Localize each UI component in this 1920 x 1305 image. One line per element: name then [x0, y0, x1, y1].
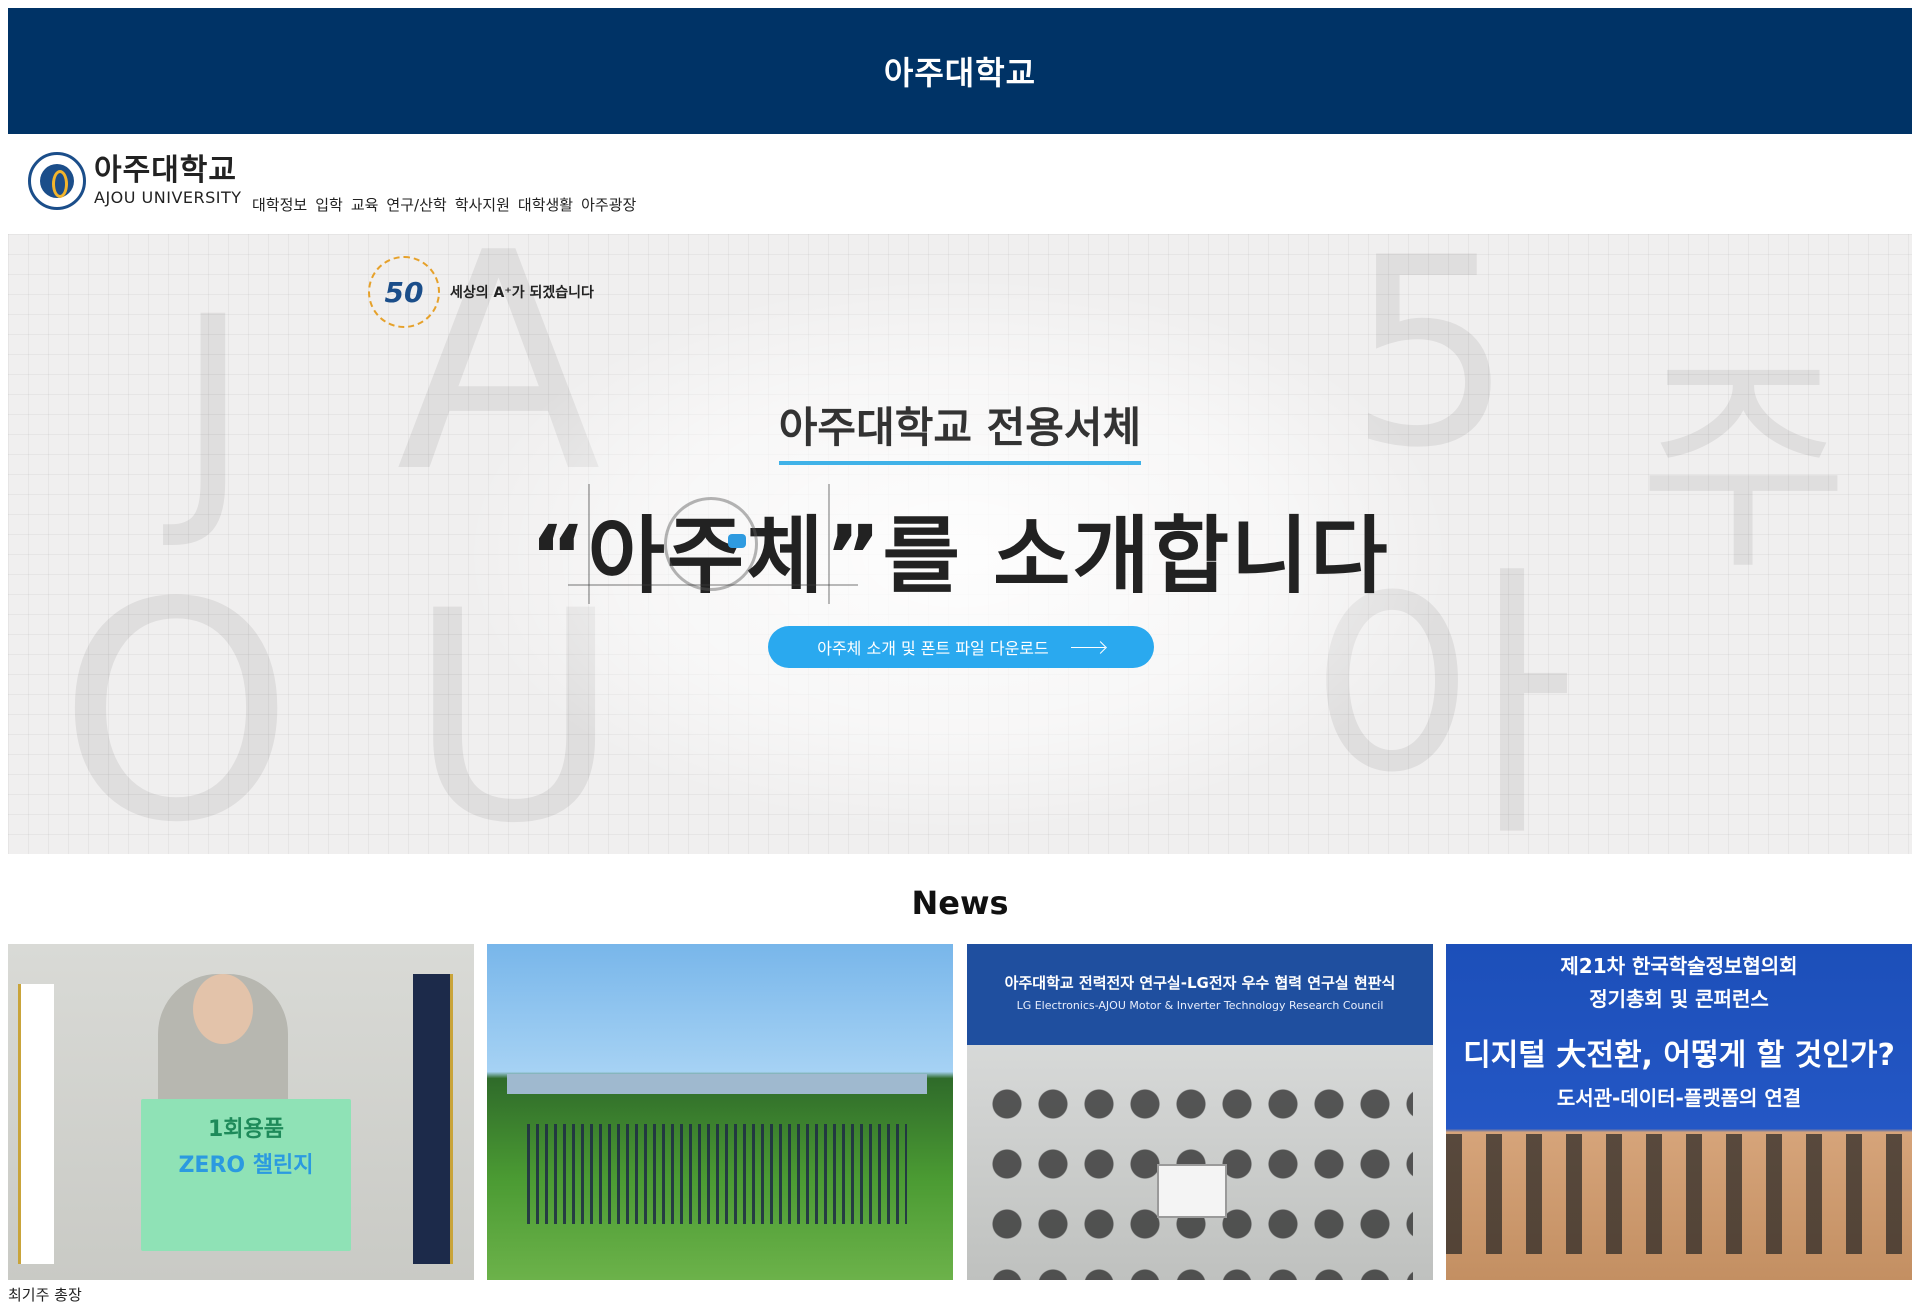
news-card[interactable] — [487, 944, 953, 1280]
flag-image — [18, 984, 54, 1264]
university-logo[interactable]: 아주대학교 AJOU UNIVERSITY — [28, 152, 242, 210]
nav-item-campus-life[interactable]: 대학생활 — [518, 194, 573, 215]
board-text: 1회용품 — [207, 1117, 285, 1142]
banner-headline: 디지털 大전환, 어떻게 할 것인가? — [1463, 1038, 1895, 1073]
anniversary-slogan: 세상의 A⁺가 되겠습니다 — [450, 285, 594, 301]
news-section-title: News — [911, 884, 1009, 922]
site-title: 아주대학교 — [883, 54, 1037, 92]
university-emblem-icon — [28, 152, 86, 210]
nav-item-admission[interactable]: 입학 — [315, 194, 343, 215]
challenge-board: 1회용품 ZERO 챌린지 — [141, 1099, 351, 1251]
banner-text: 정기총회 및 콘퍼런스 — [1589, 987, 1769, 1011]
hero-banner[interactable]: J A O U 5 주 아 50 세상의 A⁺가 되겠습니다 아주대학교 전용서… — [8, 234, 1912, 854]
conference-banner: 제21차 한국학술정보협의회 정기총회 및 콘퍼런스 디지털 大전환, 어떻게 … — [1446, 950, 1912, 1111]
person-head — [193, 974, 253, 1044]
anniversary-50-icon: 50 — [368, 256, 440, 328]
news-card[interactable]: 제21차 한국학술정보협의회 정기총회 및 콘퍼런스 디지털 大전환, 어떻게 … — [1446, 944, 1912, 1280]
font-guide-anchor — [728, 534, 746, 548]
font-download-button[interactable]: 아주체 소개 및 폰트 파일 다운로드 — [768, 626, 1154, 668]
event-banner: 아주대학교 전력전자 연구실-LG전자 우수 협력 연구실 현판식 LG Ele… — [967, 944, 1433, 1044]
news-caption: 최기주 총장 — [8, 1286, 82, 1304]
formation-rows — [527, 1124, 907, 1224]
top-banner: 아주대학교 — [8, 8, 1912, 134]
font-guide-line — [588, 484, 590, 604]
nav-item-research[interactable]: 연구/산학 — [386, 194, 446, 215]
hero-subtitle: 아주대학교 전용서체 — [778, 394, 1142, 465]
font-download-label: 아주체 소개 및 폰트 파일 다운로드 — [817, 639, 1049, 658]
flag-image — [413, 974, 453, 1264]
nav-item-ajou-square[interactable]: 아주광장 — [581, 194, 636, 215]
anniversary-badge: 50 세상의 A⁺가 되겠습니다 — [368, 256, 594, 328]
banner-subtitle: LG Electronics-AJOU Motor & Inverter Tec… — [1016, 999, 1384, 1012]
board-text: ZERO 챌린지 — [178, 1153, 314, 1178]
hero-headline: “아주체”를 소개합니다 — [530, 507, 1390, 605]
banner-text: 도서관-데이터-플랫폼의 연결 — [1556, 1086, 1802, 1110]
main-nav: 대학정보 입학 교육 연구/산학 학사지원 대학생활 아주광장 — [252, 194, 636, 215]
banner-title: 아주대학교 전력전자 연구실-LG전자 우수 협력 연구실 현판식 — [1004, 974, 1396, 992]
font-guide-line — [828, 484, 830, 604]
logo-english-name: AJOU UNIVERSITY — [94, 188, 242, 207]
font-guide-line — [568, 584, 858, 586]
stage-people — [1446, 1134, 1912, 1254]
arrow-right-icon — [1070, 642, 1105, 652]
logo-korean-name: 아주대학교 — [94, 153, 237, 188]
news-card[interactable]: 아주대학교 전력전자 연구실-LG전자 우수 협력 연구실 현판식 LG Ele… — [967, 944, 1433, 1280]
news-card[interactable]: 1회용품 ZERO 챌린지 — [8, 944, 474, 1280]
nav-item-academic-support[interactable]: 학사지원 — [455, 194, 510, 215]
site-header: 아주대학교 AJOU UNIVERSITY 대학정보 입학 교육 연구/산학 학… — [8, 134, 1912, 234]
nav-item-university-info[interactable]: 대학정보 — [252, 194, 307, 215]
anniversary-number: 50 — [384, 275, 424, 309]
nav-item-education[interactable]: 교육 — [351, 194, 379, 215]
city-skyline — [507, 1074, 927, 1094]
banner-text: 제21차 한국학술정보협의회 — [1560, 954, 1798, 978]
plaque-image — [1157, 1164, 1227, 1218]
